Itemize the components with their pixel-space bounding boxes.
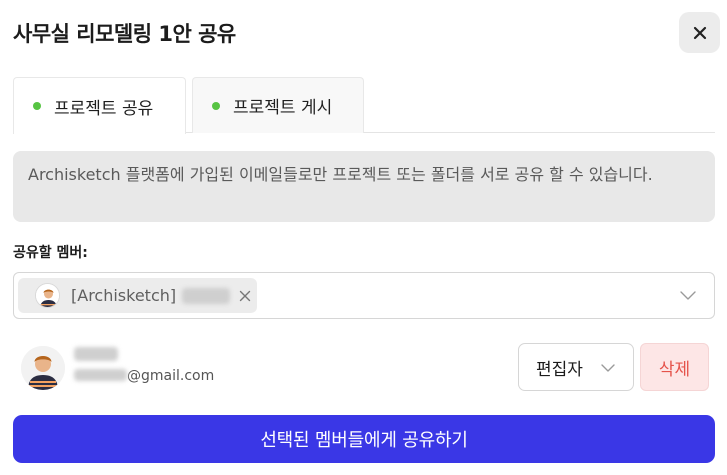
member-row: @gmail.com 편집자 삭제 <box>13 340 715 400</box>
role-select[interactable]: 편집자 <box>518 343 634 391</box>
member-chip: [Archisketch] <box>18 278 257 313</box>
tab-bar: 프로젝트 공유 프로젝트 게시 <box>13 77 715 134</box>
status-dot <box>33 102 41 110</box>
tab-project-post[interactable]: 프로젝트 게시 <box>192 77 364 133</box>
avatar <box>21 346 65 390</box>
delete-member-button[interactable]: 삭제 <box>640 343 709 391</box>
member-email: @gmail.com <box>74 368 214 384</box>
role-label: 편집자 <box>536 359 583 380</box>
member-select-label: 공유할 멤버: <box>13 245 88 261</box>
chevron-down-icon <box>601 364 615 372</box>
share-button[interactable]: 선택된 멤버들에게 공유하기 <box>13 415 715 463</box>
redacted-member-name <box>74 347 118 361</box>
email-domain: @gmail.com <box>127 368 215 384</box>
dialog-title: 사무실 리모델링 1안 공유 <box>13 22 236 46</box>
tab-label: 프로젝트 공유 <box>54 98 154 119</box>
tab-project-share[interactable]: 프로젝트 공유 <box>13 77 186 134</box>
close-button[interactable] <box>679 12 720 53</box>
share-button-label: 선택된 멤버들에게 공유하기 <box>260 430 468 451</box>
notice-box: Archisketch 플랫폼에 가입된 이메일들로만 프로젝트 또는 폴더를 … <box>13 151 715 222</box>
chevron-down-icon[interactable] <box>679 288 697 302</box>
delete-label: 삭제 <box>658 359 691 380</box>
avatar <box>35 283 60 308</box>
remove-chip-icon[interactable] <box>239 290 251 302</box>
notice-text: Archisketch 플랫폼에 가입된 이메일들로만 프로젝트 또는 폴더를 … <box>28 165 653 184</box>
close-icon <box>693 26 706 39</box>
chip-label: [Archisketch] <box>71 286 177 305</box>
redacted-email-user <box>74 369 127 381</box>
redacted-name <box>182 287 231 304</box>
tab-label: 프로젝트 게시 <box>233 98 333 118</box>
member-select-input[interactable]: [Archisketch] <box>13 272 715 319</box>
status-dot <box>212 101 220 110</box>
